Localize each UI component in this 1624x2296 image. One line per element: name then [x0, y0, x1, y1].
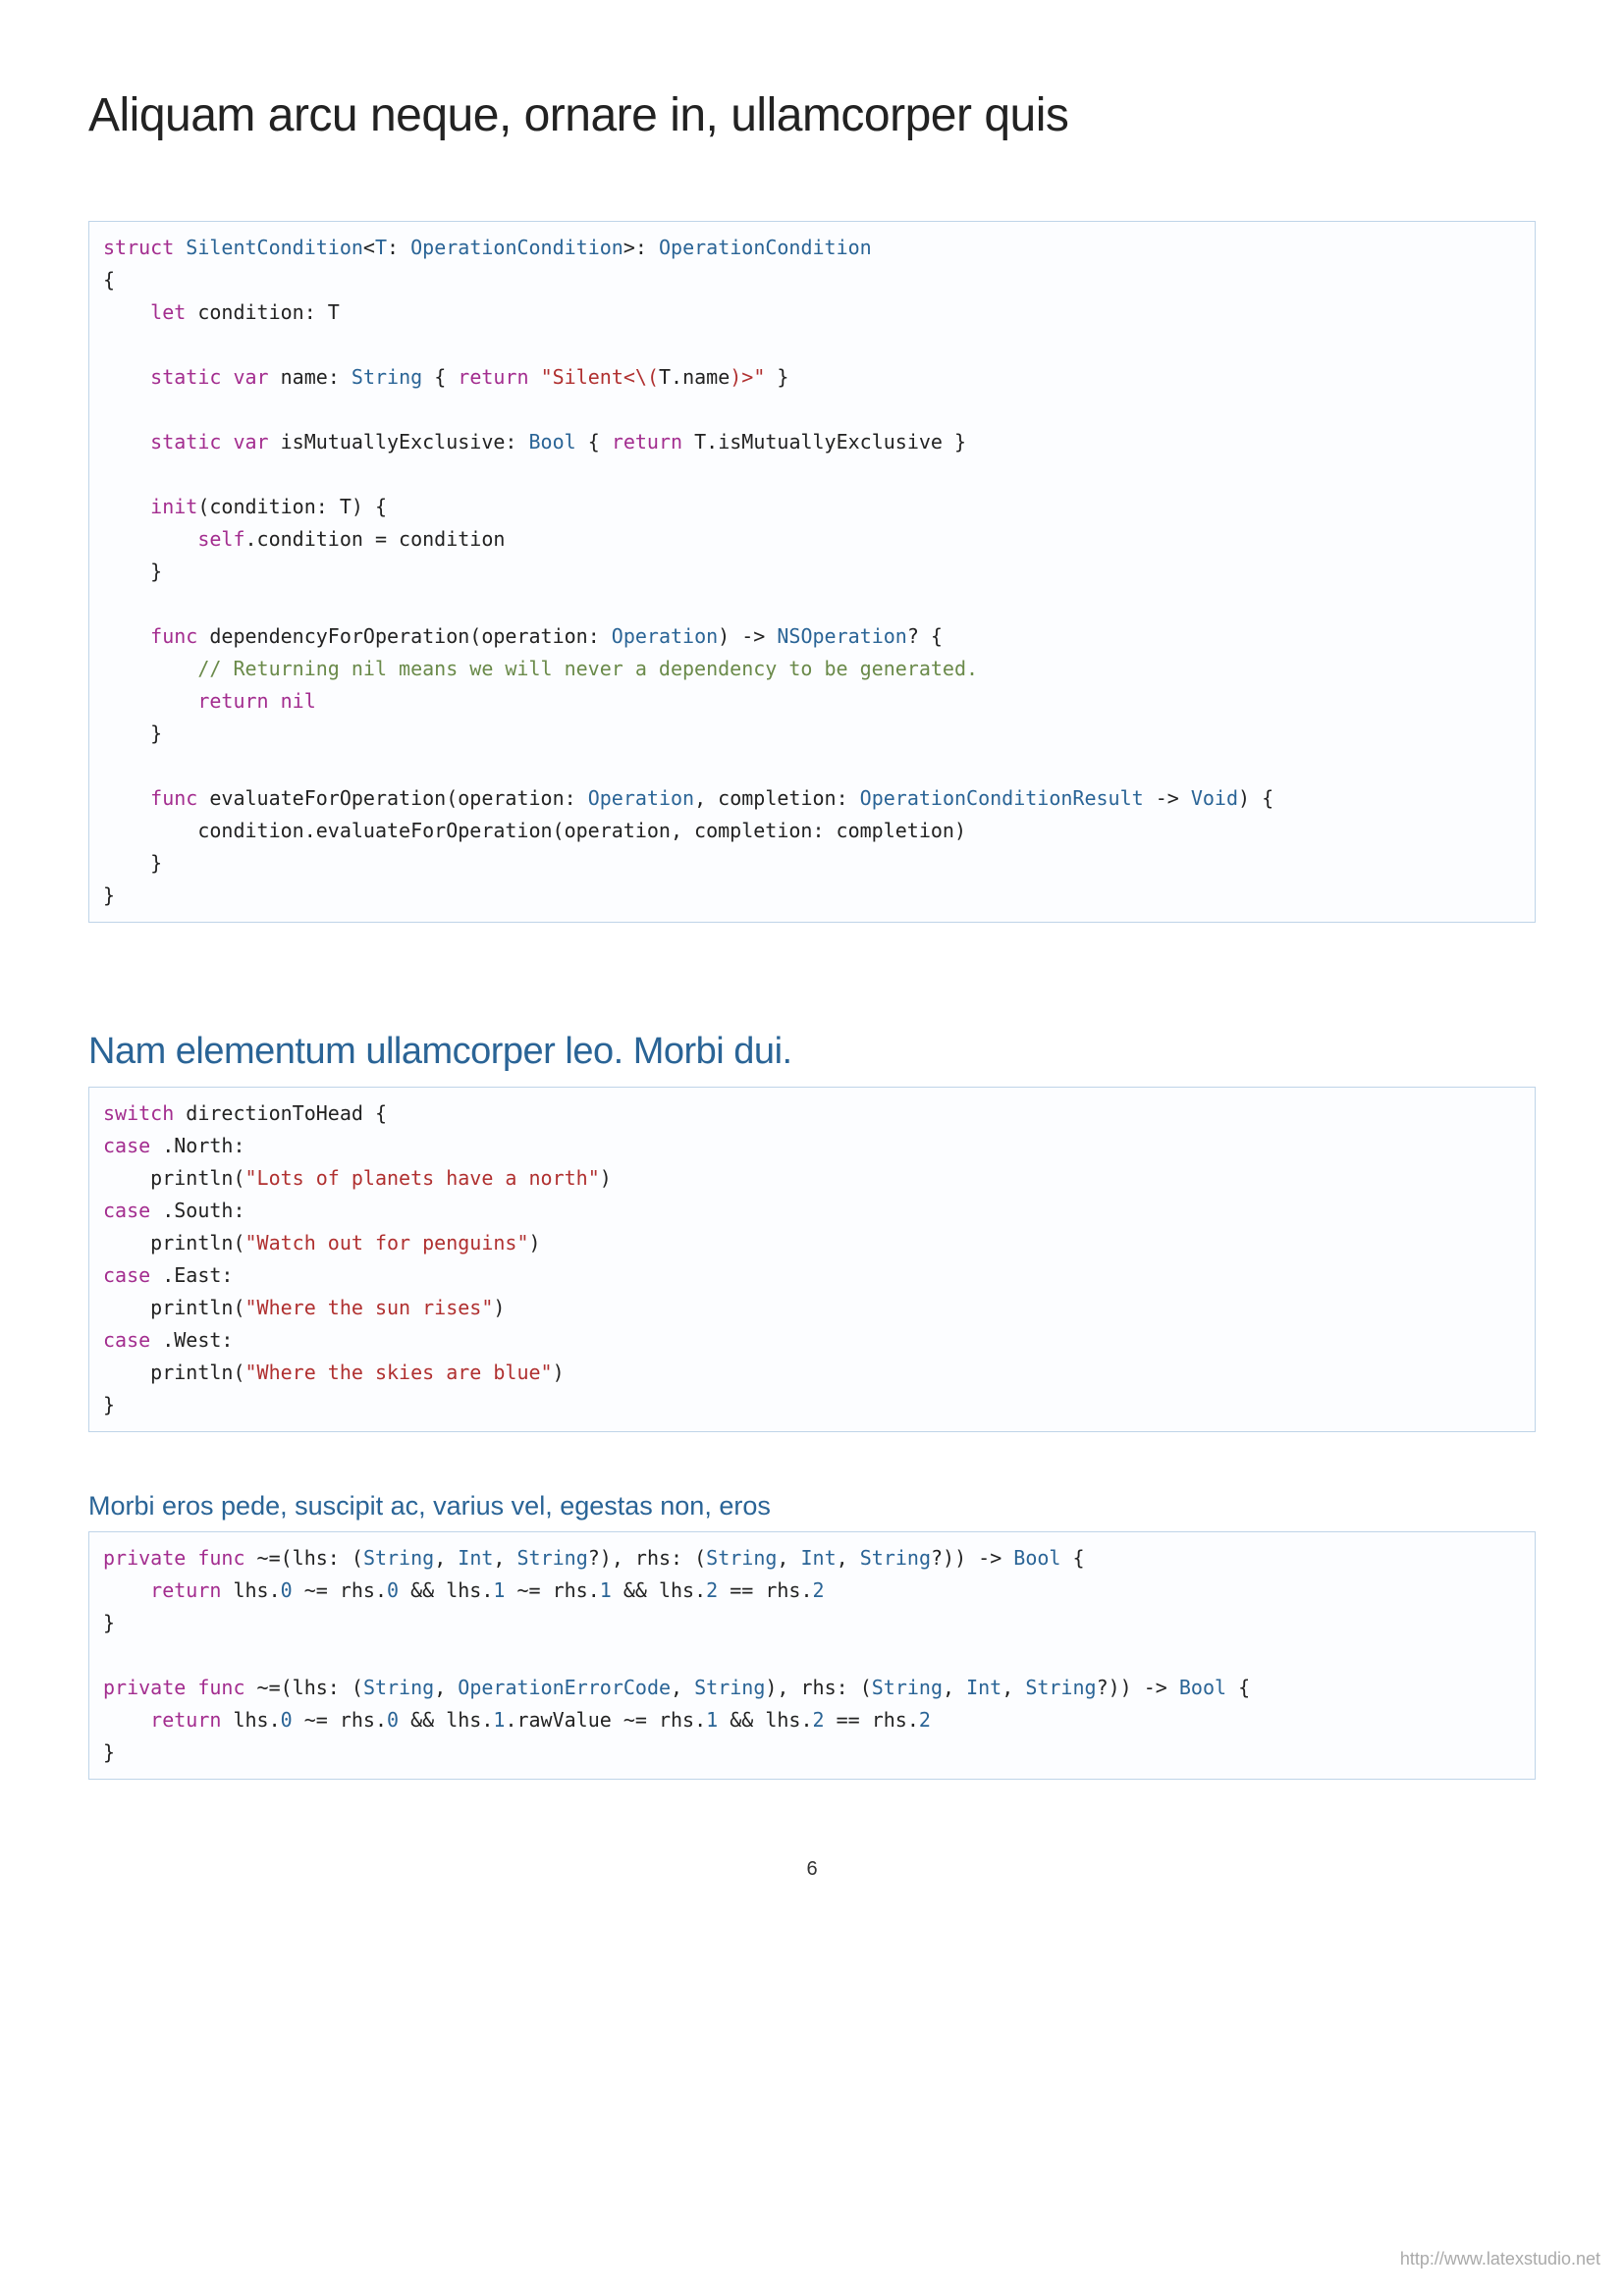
num-b3: 1	[706, 1708, 718, 1732]
type-op1: Operation	[612, 624, 718, 648]
kw-switch: switch	[103, 1101, 174, 1125]
page-number: 6	[88, 1858, 1536, 1881]
num-a1: 0	[387, 1578, 399, 1602]
t-int-1: Int	[458, 1546, 493, 1570]
tname: T.name	[659, 365, 730, 389]
kw-func2: func	[150, 786, 197, 810]
t-string-8: String	[1025, 1676, 1096, 1699]
num-b5: 2	[919, 1708, 931, 1732]
num-b2: 1	[493, 1708, 505, 1732]
kw-func1: func	[150, 624, 197, 648]
kw-init: init	[150, 495, 197, 518]
kw-private-1: private	[103, 1546, 186, 1570]
t-bool-2: Bool	[1179, 1676, 1226, 1699]
t-string-1: String	[363, 1546, 434, 1570]
type-silent: SilentCondition	[186, 236, 363, 259]
t-string-2: String	[517, 1546, 588, 1570]
t-bool-1: Bool	[1013, 1546, 1060, 1570]
kw-return3: return	[197, 689, 268, 713]
num-b1: 0	[387, 1708, 399, 1732]
fn-println-2: println	[150, 1231, 233, 1255]
type-opresult: OperationConditionResult	[860, 786, 1144, 810]
code-block-2: switch directionToHead { case .North: pr…	[88, 1087, 1536, 1432]
t-string-7: String	[872, 1676, 943, 1699]
t-string-4: String	[860, 1546, 931, 1570]
num-a2: 1	[493, 1578, 505, 1602]
kw-private-2: private	[103, 1676, 186, 1699]
kw-static2: static	[150, 430, 221, 454]
fn-println-1: println	[150, 1166, 233, 1190]
case-east: .East:	[162, 1263, 233, 1287]
type-opcond2: OperationCondition	[659, 236, 872, 259]
kw-var2: var	[233, 430, 268, 454]
type-string: String	[352, 365, 422, 389]
case-south: .South:	[162, 1199, 244, 1222]
section-heading-2: Morbi eros pede, suscipit ac, varius vel…	[88, 1491, 1536, 1522]
t-string-3: String	[706, 1546, 777, 1570]
case-north: .North:	[162, 1134, 244, 1157]
type-nsop: NSOperation	[777, 624, 906, 648]
kw-func-2: func	[197, 1676, 244, 1699]
num-a0: 0	[281, 1578, 293, 1602]
type-op2: Operation	[588, 786, 694, 810]
attr-dir: directionToHead	[186, 1101, 363, 1125]
str-west: "Where the skies are blue"	[245, 1361, 553, 1384]
kw-func-1: func	[197, 1546, 244, 1570]
kw-return-1: return	[150, 1578, 221, 1602]
footer-url: http://www.latexstudio.net	[1400, 2249, 1600, 2269]
attr-condition: condition	[197, 300, 303, 324]
fn-println-3: println	[150, 1296, 233, 1319]
fn-eval: evaluateForOperation	[209, 786, 446, 810]
str-south: "Watch out for penguins"	[245, 1231, 529, 1255]
type-t: T	[375, 236, 387, 259]
t-operr: OperationErrorCode	[458, 1676, 671, 1699]
t-string-5: String	[363, 1676, 434, 1699]
num-a4: 2	[706, 1578, 718, 1602]
kw-var1: var	[233, 365, 268, 389]
num-b0: 0	[281, 1708, 293, 1732]
case-west: .West:	[162, 1328, 233, 1352]
str-silent2: )>"	[730, 365, 765, 389]
type-bool: Bool	[529, 430, 576, 454]
page-title: Aliquam arcu neque, ornare in, ullamcorp…	[88, 88, 1536, 142]
attr-name: name	[281, 365, 328, 389]
str-east: "Where the sun rises"	[245, 1296, 494, 1319]
kw-return1: return	[458, 365, 528, 389]
t-int-2: Int	[801, 1546, 837, 1570]
type-void: Void	[1191, 786, 1238, 810]
kw-case3: case	[103, 1263, 150, 1287]
kw-return-2: return	[150, 1708, 221, 1732]
kw-case4: case	[103, 1328, 150, 1352]
code-block-1: struct SilentCondition<T: OperationCondi…	[88, 221, 1536, 923]
kw-let: let	[150, 300, 186, 324]
fn-println-4: println	[150, 1361, 233, 1384]
kw-nil: nil	[281, 689, 316, 713]
t-int-3: Int	[966, 1676, 1001, 1699]
num-a3: 1	[600, 1578, 612, 1602]
str-north: "Lots of planets have a north"	[245, 1166, 600, 1190]
num-a5: 2	[813, 1578, 825, 1602]
kw-case2: case	[103, 1199, 150, 1222]
kw-struct: struct	[103, 236, 174, 259]
code-block-3: private func ~=(lhs: (String, Int, Strin…	[88, 1531, 1536, 1780]
tmutex: T.isMutuallyExclusive	[694, 430, 943, 454]
fn-dep: dependencyForOperation	[209, 624, 469, 648]
kw-self: self	[197, 527, 244, 551]
kw-case1: case	[103, 1134, 150, 1157]
section-heading-1: Nam elementum ullamcorper leo. Morbi dui…	[88, 1031, 1536, 1073]
comment-1: // Returning nil means we will never a d…	[197, 657, 978, 680]
type-opcond: OperationCondition	[410, 236, 623, 259]
num-b4: 2	[813, 1708, 825, 1732]
t-string-6: String	[694, 1676, 765, 1699]
kw-return2: return	[612, 430, 682, 454]
kw-static1: static	[150, 365, 221, 389]
attr-ismutex: isMutuallyExclusive	[281, 430, 506, 454]
str-silent1: "Silent<\(	[541, 365, 659, 389]
